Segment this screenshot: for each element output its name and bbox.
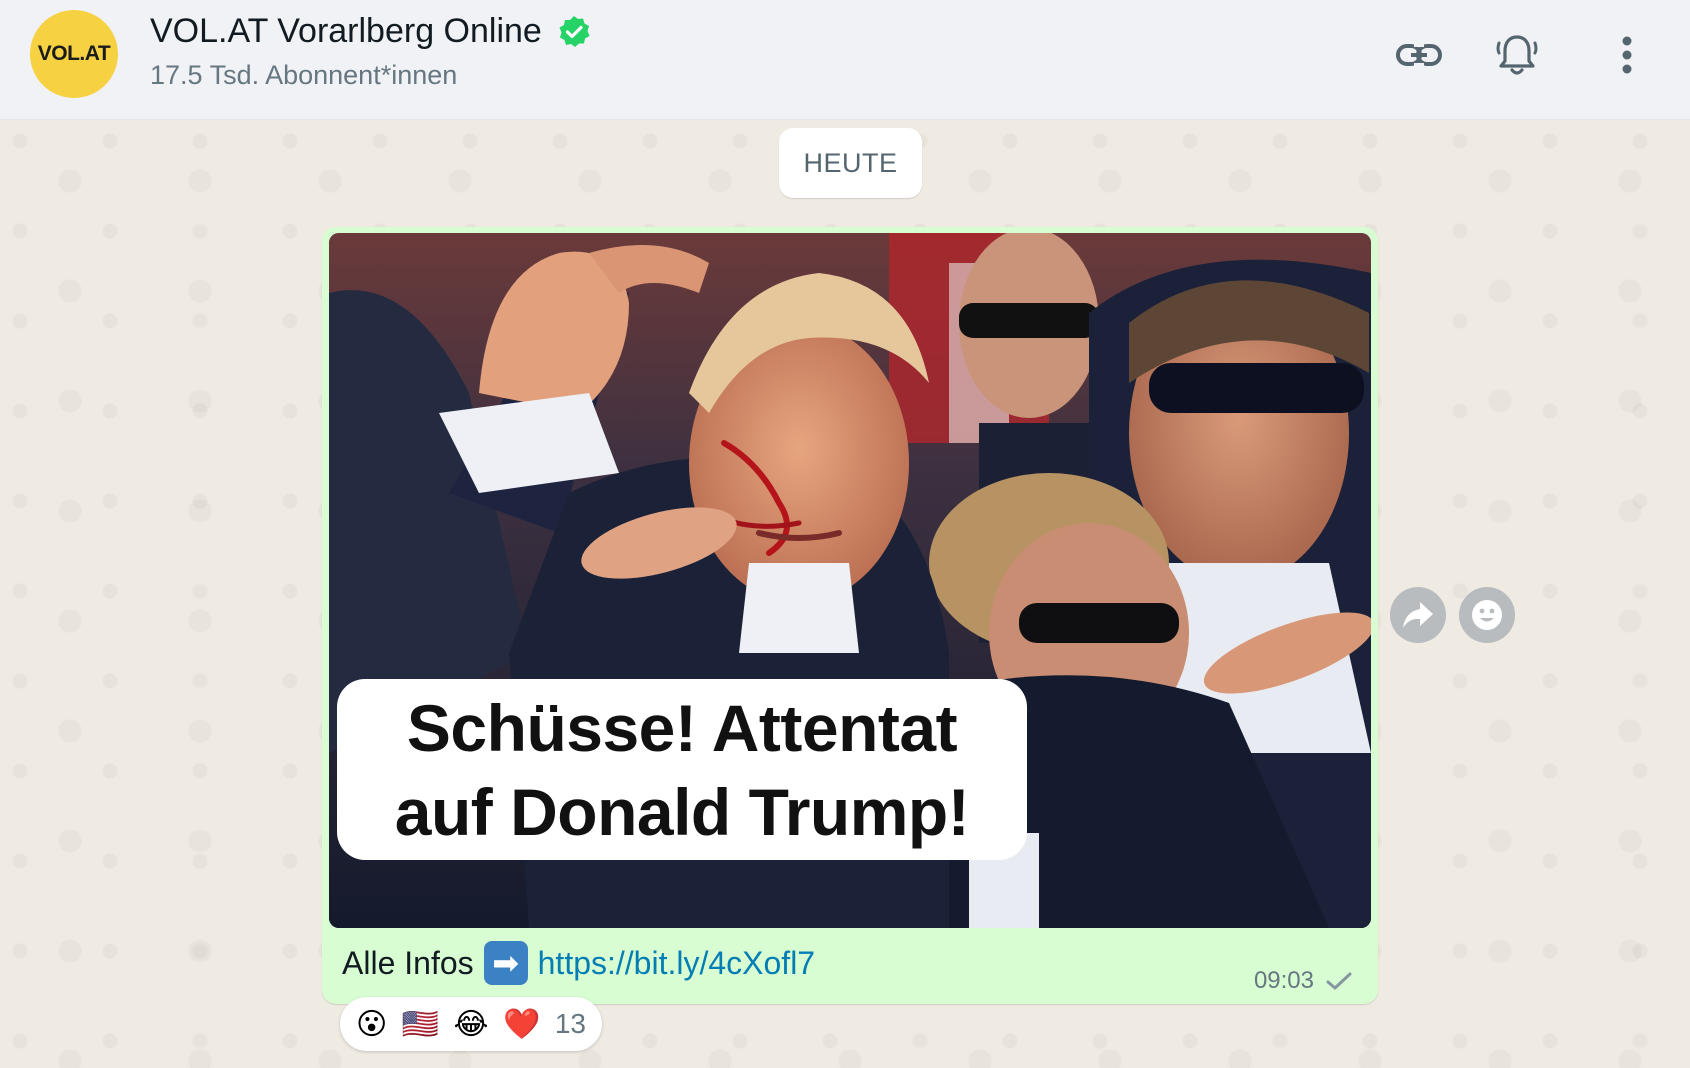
verified-badge-icon xyxy=(556,14,592,50)
menu-icon[interactable] xyxy=(1602,30,1652,80)
channel-title[interactable]: VOL.AT Vorarlberg Online xyxy=(150,12,592,51)
forward-button[interactable] xyxy=(1390,587,1446,643)
link-icon[interactable] xyxy=(1394,30,1444,80)
day-label: HEUTE xyxy=(803,147,898,178)
check-icon xyxy=(1326,972,1352,990)
smiley-icon xyxy=(1472,600,1502,630)
channel-avatar[interactable]: VOL.AT xyxy=(30,10,118,98)
arrow-right-icon: ➡ xyxy=(483,941,528,985)
channel-name: VOL.AT Vorarlberg Online xyxy=(150,12,542,50)
bell-icon[interactable] xyxy=(1492,30,1542,80)
caption-text: Alle Infos xyxy=(342,944,474,981)
avatar-text: VOL.AT xyxy=(37,42,111,65)
message-bubble[interactable]: Schüsse! Attentat auf Donald Trump! Alle… xyxy=(322,227,1378,1004)
headline-line-2: auf Donald Trump! xyxy=(394,774,970,849)
subscriber-count: 17.5 Tsd. Abonnent*innen xyxy=(150,60,458,90)
image-headline: Schüsse! Attentat auf Donald Trump! xyxy=(337,679,1027,860)
headline-line-1: Schüsse! Attentat xyxy=(406,690,958,765)
reaction-emoji-laughing: 😂 xyxy=(453,1007,489,1041)
reaction-bar[interactable]: 😮 🇺🇸 😂 ❤️ 13 xyxy=(340,997,602,1051)
message-time: 09:03 xyxy=(1253,967,1314,994)
forward-icon xyxy=(1403,602,1433,628)
message-meta: 09:03 xyxy=(1254,967,1352,995)
reaction-count: 13 xyxy=(554,1008,586,1039)
reaction-emoji-heart: ❤️ xyxy=(503,1007,541,1041)
day-separator: HEUTE xyxy=(779,128,922,198)
message-image[interactable]: Schüsse! Attentat auf Donald Trump! xyxy=(329,233,1371,928)
reaction-emoji-us-flag: 🇺🇸 xyxy=(401,1007,440,1041)
channel-header: VOL.AT VOL.AT Vorarlberg Online 17.5 Tsd… xyxy=(0,0,1690,120)
message-caption: Alle Infos ➡ https://bit.ly/4cXofl7 xyxy=(342,941,815,985)
message-link[interactable]: https://bit.ly/4cXofl7 xyxy=(538,945,815,982)
reaction-emoji-surprised: 😮 xyxy=(356,1007,388,1041)
react-button[interactable] xyxy=(1459,587,1515,643)
